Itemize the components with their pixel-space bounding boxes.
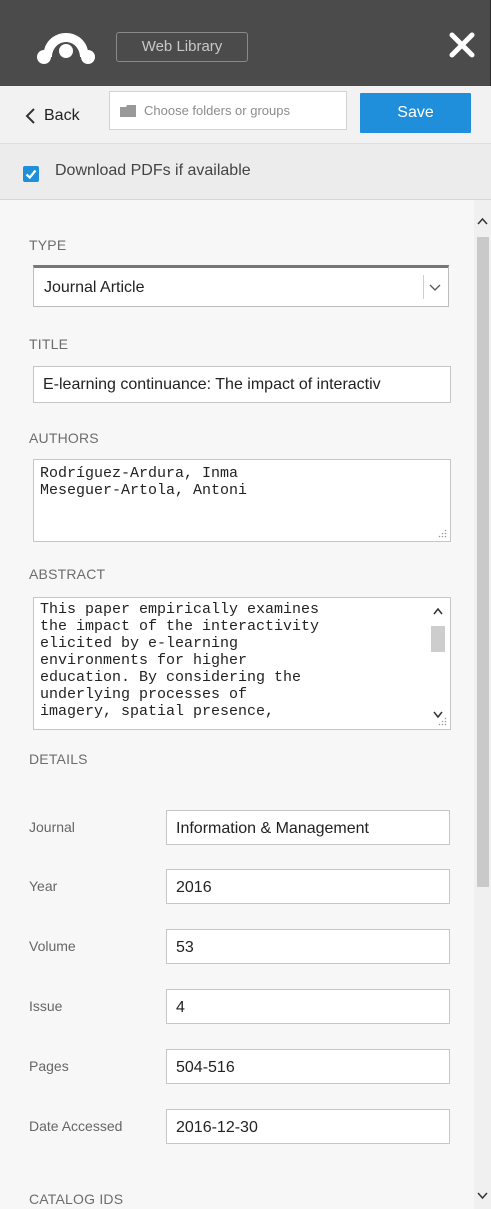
abstract-line: the impact of the interactivity — [40, 618, 320, 635]
issue-value: 4 — [176, 999, 185, 1016]
author-line: Meseguer-Artola, Antoni — [40, 482, 248, 499]
folder-picker-input[interactable]: Choose folders or groups — [109, 91, 347, 130]
details-section-label: DETAILS — [29, 751, 88, 767]
close-icon[interactable] — [447, 28, 477, 62]
header-bar: Web Library — [0, 0, 491, 86]
abstract-line: elicited by e-learning — [40, 635, 239, 652]
download-pdfs-label: Download PDFs if available — [55, 162, 251, 179]
chevron-down-icon[interactable] — [423, 275, 445, 299]
date-accessed-label: Date Accessed — [29, 1118, 123, 1134]
resize-grip-icon[interactable] — [438, 529, 447, 538]
year-label: Year — [29, 878, 58, 894]
chevron-left-icon — [25, 108, 35, 124]
resize-grip-icon[interactable] — [438, 717, 447, 726]
journal-input[interactable]: Information & Management — [166, 810, 450, 845]
author-line: Rodríguez-Ardura, Inma — [40, 465, 239, 482]
abstract-textarea[interactable]: This paper empirically examines the impa… — [33, 597, 451, 730]
abstract-line: underlying processes of — [40, 686, 248, 703]
scroll-down-arrow-icon[interactable] — [474, 1185, 491, 1205]
issue-label: Issue — [29, 998, 63, 1014]
download-pdfs-row: Download PDFs if available — [0, 144, 491, 200]
save-button[interactable]: Save — [360, 93, 471, 133]
abstract-line: imagery, spatial presence, — [40, 703, 275, 720]
year-input[interactable]: 2016 — [166, 869, 450, 904]
title-input[interactable]: E-learning continuance: The impact of in… — [33, 366, 451, 403]
scrollbar-thumb[interactable] — [477, 237, 489, 887]
back-label: Back — [44, 107, 80, 124]
checkmark-icon — [25, 169, 37, 180]
date-accessed-value: 2016-12-30 — [176, 1119, 258, 1136]
pages-value: 504-516 — [176, 1059, 235, 1076]
pages-input[interactable]: 504-516 — [166, 1049, 450, 1084]
folder-picker-placeholder: Choose folders or groups — [144, 103, 290, 118]
year-value: 2016 — [176, 879, 212, 896]
abstract-section-label: ABSTRACT — [29, 566, 106, 582]
abstract-scrollbar[interactable] — [428, 600, 448, 728]
title-section-label: TITLE — [29, 336, 69, 352]
action-row: Back Choose folders or groups Save — [0, 86, 491, 144]
type-select-value: Journal Article — [44, 279, 145, 296]
volume-input[interactable]: 53 — [166, 929, 450, 964]
folder-icon — [120, 104, 136, 117]
volume-label: Volume — [29, 938, 76, 954]
authors-section-label: AUTHORS — [29, 430, 99, 446]
catalog-ids-section-label: CATALOG IDS — [29, 1191, 124, 1207]
web-library-button[interactable]: Web Library — [116, 32, 248, 62]
authors-textarea[interactable]: Rodríguez-Ardura, Inma Meseguer-Artola, … — [33, 459, 451, 542]
title-input-value: E-learning continuance: The impact of in… — [43, 376, 381, 393]
volume-value: 53 — [176, 939, 194, 956]
issue-input[interactable]: 4 — [166, 989, 450, 1024]
type-select[interactable]: Journal Article — [33, 265, 449, 307]
back-button[interactable]: Back — [24, 104, 80, 128]
abstract-line: education. By considering the — [40, 669, 302, 686]
journal-label: Journal — [29, 819, 75, 835]
download-pdfs-checkbox[interactable] — [23, 166, 39, 182]
form-content: TYPE Journal Article TITLE E-learning co… — [0, 200, 474, 1209]
abstract-line: This paper empirically examines — [40, 601, 320, 618]
pages-label: Pages — [29, 1058, 69, 1074]
scroll-up-arrow-icon[interactable] — [474, 212, 491, 232]
main-scrollbar[interactable] — [474, 200, 491, 1209]
journal-value: Information & Management — [176, 820, 369, 837]
date-accessed-input[interactable]: 2016-12-30 — [166, 1109, 450, 1144]
mendeley-logo-icon[interactable] — [34, 27, 98, 65]
abstract-line: environments for higher — [40, 652, 248, 669]
type-section-label: TYPE — [29, 237, 67, 253]
